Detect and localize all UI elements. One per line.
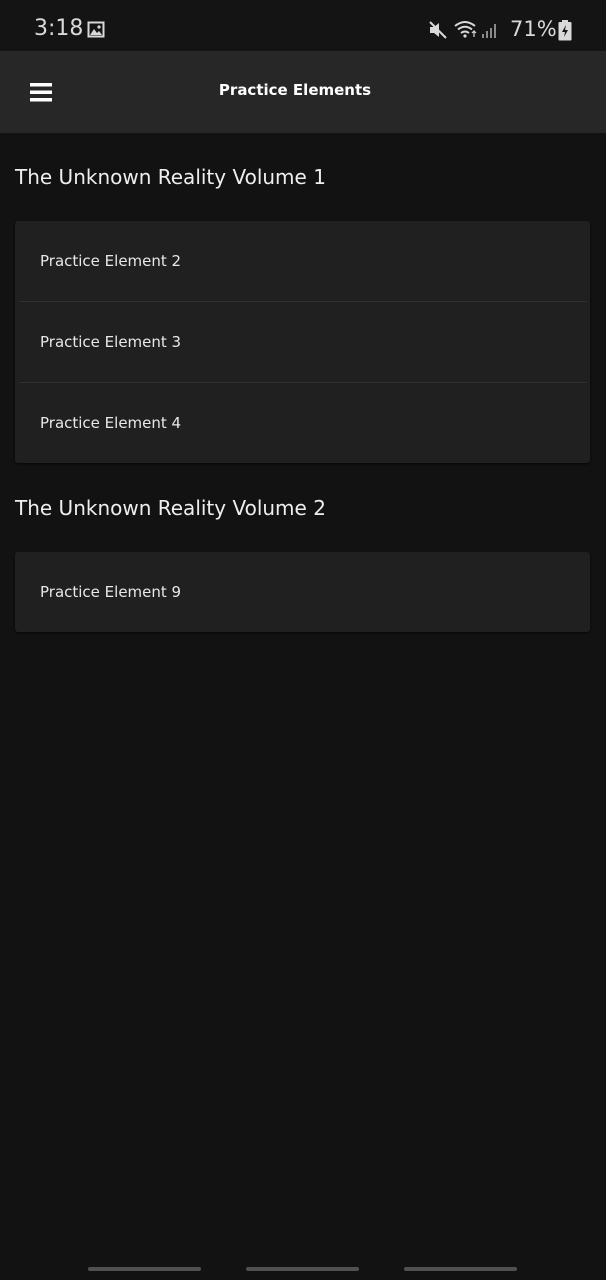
section-card: Practice Element 9 bbox=[15, 552, 590, 632]
navigation-bar bbox=[0, 1262, 606, 1280]
page-title-text: Practice Elements bbox=[218, 81, 372, 99]
section-title: The Unknown Reality Volume 1 bbox=[15, 165, 326, 189]
list-item[interactable]: Practice Element 9 bbox=[15, 552, 590, 632]
gallery-icon bbox=[87, 21, 105, 38]
list-item[interactable]: Practice Element 4 bbox=[15, 383, 590, 463]
signal-icon bbox=[482, 24, 496, 38]
home-button[interactable] bbox=[246, 1267, 359, 1271]
list-item[interactable]: Practice Element 2 bbox=[15, 221, 590, 301]
status-bar: 3:18 71% bbox=[0, 0, 606, 51]
battery-percentage: 71% bbox=[510, 17, 557, 41]
app-bar: Practice Elements bbox=[0, 51, 606, 133]
battery-icon bbox=[558, 20, 572, 41]
status-time: 3:18 bbox=[34, 16, 84, 41]
wifi-icon bbox=[454, 21, 477, 38]
recents-button[interactable] bbox=[88, 1267, 201, 1271]
page-title: Practice Elements bbox=[0, 81, 606, 99]
back-button[interactable] bbox=[404, 1267, 517, 1271]
section-title: The Unknown Reality Volume 2 bbox=[15, 496, 326, 520]
section-card: Practice Element 2 Practice Element 3 Pr… bbox=[15, 221, 590, 463]
mute-icon bbox=[429, 21, 447, 39]
list-item[interactable]: Practice Element 3 bbox=[15, 302, 590, 382]
